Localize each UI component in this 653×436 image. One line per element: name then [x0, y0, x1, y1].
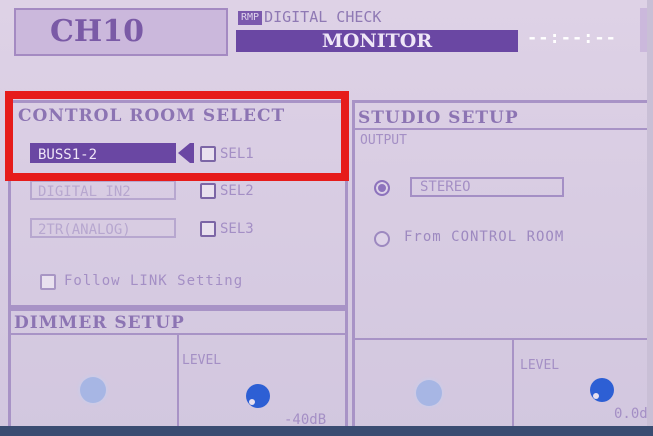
knob-pointer-icon — [249, 399, 255, 405]
output-label: OUTPUT — [360, 133, 407, 148]
time-readout: --:--:-- — [527, 28, 617, 48]
dimmer-split — [177, 335, 179, 436]
knob-pointer-icon — [593, 393, 599, 399]
from-control-room-radio[interactable] — [374, 231, 390, 247]
mode-text: DIGITAL CHECK — [264, 8, 382, 26]
sel2-label: SEL2 — [220, 183, 254, 199]
studio-dimmer-knob[interactable] — [416, 380, 442, 406]
studio-level-knob[interactable] — [590, 378, 614, 402]
studio-level-split — [512, 340, 514, 436]
screen-bezel-bottom — [0, 426, 653, 436]
monitor-screen: CH10 RMP DIGITAL CHECK MONITOR --:--:-- C… — [0, 0, 653, 436]
follow-link-checkbox[interactable] — [40, 274, 56, 290]
studio-setup-title: STUDIO SETUP — [358, 108, 519, 128]
studio-title-divider — [355, 128, 653, 130]
dimmer-setup-title: DIMMER SETUP — [14, 313, 185, 333]
sel2-checkbox[interactable] — [200, 183, 216, 199]
studio-level-divider — [355, 338, 653, 340]
page-title: MONITOR — [236, 30, 518, 52]
sel3-label: SEL3 — [220, 221, 254, 237]
dimmer-level-knob[interactable] — [246, 384, 270, 408]
header-status: RMP DIGITAL CHECK — [238, 6, 538, 28]
follow-link-label: Follow LINK Setting — [64, 273, 244, 289]
dimmer-level-label: LEVEL — [182, 353, 222, 368]
rmp-tag: RMP — [238, 10, 263, 25]
highlight-box — [5, 91, 349, 181]
stereo-radio[interactable] — [374, 180, 390, 196]
source-digital-in2[interactable]: DIGITAL IN2 — [30, 180, 176, 200]
from-control-room-label[interactable]: From CONTROL ROOM — [404, 229, 564, 245]
dimmer-on-knob[interactable] — [80, 377, 106, 403]
studio-level-value: 0.0d — [614, 406, 648, 422]
screen-bezel-right — [647, 0, 653, 436]
stereo-option[interactable]: STEREO — [410, 177, 564, 197]
source-2tr-analog[interactable]: 2TR(ANALOG) — [30, 218, 176, 238]
channel-title: CH10 — [50, 14, 144, 49]
studio-level-label: LEVEL — [520, 358, 560, 373]
dimmer-title-divider — [11, 333, 348, 335]
sel3-checkbox[interactable] — [200, 221, 216, 237]
